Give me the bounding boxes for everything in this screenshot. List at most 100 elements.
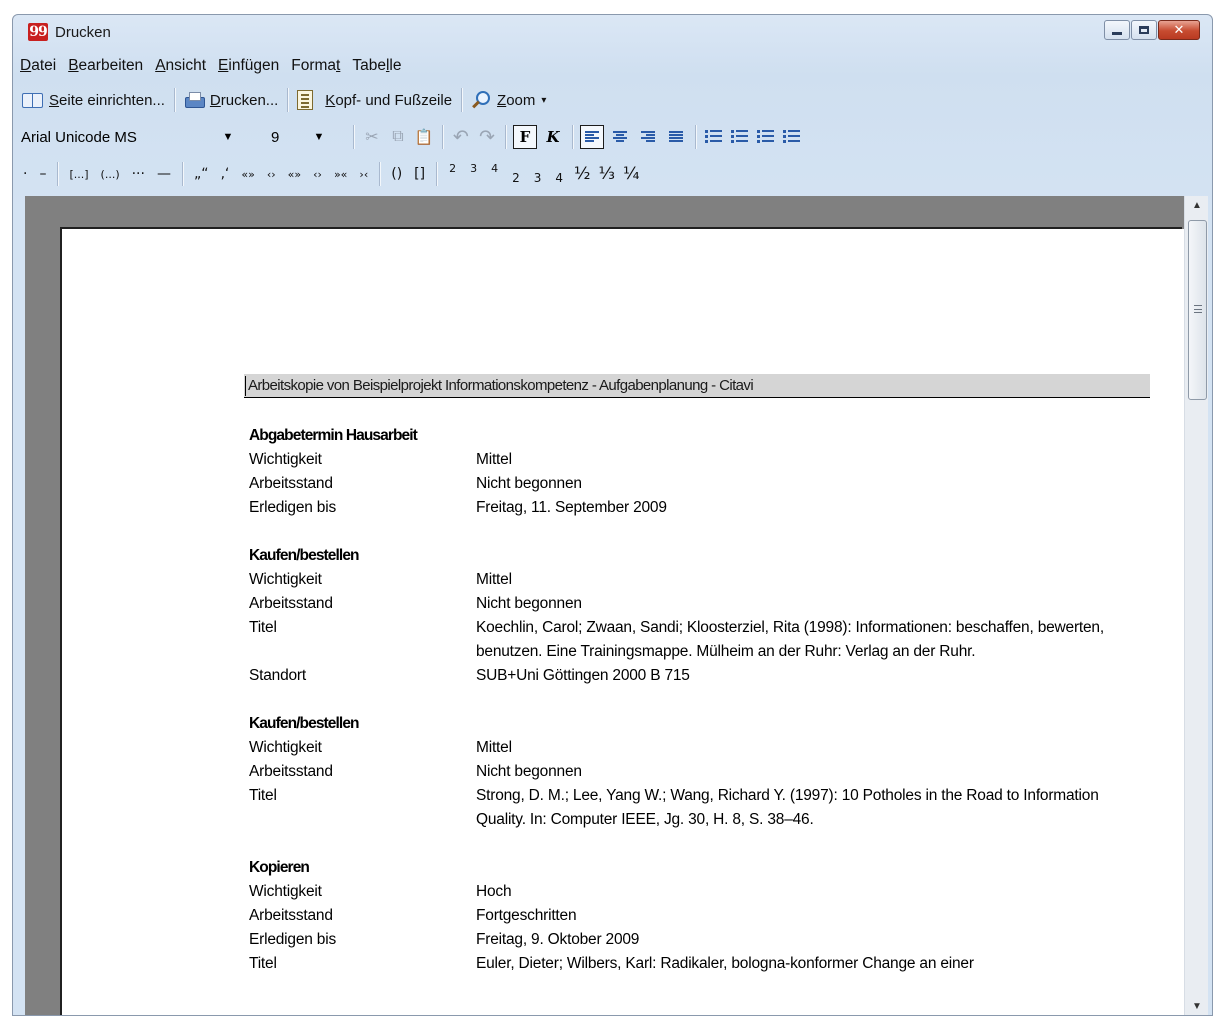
subscript-2[interactable]: 2 [505,171,527,185]
symbol-double-guillemets-alt[interactable]: «» [282,168,307,181]
close-icon: ✕ [1173,22,1185,37]
print-button[interactable]: Drucken... [180,88,282,112]
scrollbar-thumb[interactable] [1188,220,1207,400]
field-label: Wichtigkeit [249,451,322,468]
menu-ansicht[interactable]: Ansicht [148,53,211,79]
menu-bar: Datei Bearbeiten Ansicht Einfügen Format… [13,53,407,79]
align-center-button[interactable] [608,125,632,149]
italic-button[interactable]: K [541,125,565,149]
subscript-3[interactable]: 3 [527,171,549,185]
toolbar-separator [695,125,696,149]
fraction-one-quarter[interactable]: ¼ [619,164,643,184]
chevron-down-icon: ▾ [541,94,547,106]
task-field: Erledigen bis Freitag, 11. September 2009 [249,496,1139,520]
align-center-icon [613,131,627,143]
field-label: Arbeitsstand [249,595,333,612]
symbol-reversed-single-guillemets[interactable]: ›‹ [353,168,374,181]
symbol-double-guillemets[interactable]: «» [235,168,260,181]
field-label: Arbeitsstand [249,475,333,492]
superscript-3[interactable]: 3 [463,162,484,175]
dropdown-arrow-icon[interactable]: ▼ [309,131,329,143]
toolbar-separator [572,125,573,149]
toolbar-separator [353,125,354,149]
header-footer-button[interactable]: Kopf- und Fußzeile [293,88,456,112]
redo-icon[interactable]: ↷ [476,126,498,148]
field-label: Erledigen bis [249,931,337,948]
symbol-reversed-double-guillemets[interactable]: »« [328,168,353,181]
menu-datei[interactable]: Datei [13,53,61,79]
align-justify-button[interactable] [664,125,688,149]
title-bar[interactable]: 99 Drucken ✕ [13,15,1212,49]
toolbar-separator [287,88,289,112]
dropdown-arrow-icon[interactable]: ▼ [218,131,238,143]
font-family-value: Arial Unicode MS [21,128,137,146]
symbol-middle-dot[interactable]: · [13,166,33,182]
undo-icon[interactable]: ↶ [450,126,472,148]
increase-indent-icon[interactable] [757,130,775,144]
page-header[interactable]: Arbeitskopie von Beispielprojekt Informa… [244,374,1150,398]
field-label: Titel [249,955,277,972]
align-right-button[interactable] [636,125,660,149]
symbol-parentheses[interactable]: () [385,166,408,182]
menu-bearbeiten[interactable]: Bearbeiten [61,53,148,79]
field-value: Nicht begonnen [476,595,582,612]
header-footer-icon [297,90,314,110]
symbol-ellipsis-brackets[interactable]: [...] [63,168,94,181]
field-value: Strong, D. M.; Lee, Yang W.; Wang, Richa… [476,787,1099,828]
minimize-button[interactable] [1104,20,1130,40]
copy-icon[interactable]: ⧉ [387,126,409,148]
paste-icon[interactable]: 📋 [413,126,435,148]
menu-einfuegen[interactable]: Einfügen [211,53,284,79]
superscript-2[interactable]: 2 [442,162,463,175]
document-page[interactable]: Arbeitskopie von Beispielprojekt Informa… [62,229,1184,1015]
symbol-ellipsis-parens[interactable]: (...) [95,168,126,181]
numbered-list-icon[interactable] [731,130,749,144]
print-preview-area[interactable]: Arbeitskopie von Beispielprojekt Informa… [25,196,1184,1015]
field-value: Euler, Dieter; Wilbers, Karl: Radikaler,… [476,955,974,972]
scroll-down-icon[interactable]: ▼ [1185,997,1209,1015]
bold-button[interactable]: F [513,125,537,149]
symbol-german-single-quotes[interactable]: ‚‘ [214,166,235,182]
task-field: Titel Strong, D. M.; Lee, Yang W.; Wang, … [249,784,1139,832]
symbol-square-brackets[interactable]: [] [408,166,431,182]
menu-tabelle[interactable]: Tabelle [345,53,406,79]
symbol-single-guillemets-alt[interactable]: ‹› [307,168,328,181]
bullet-list-icon[interactable] [705,130,723,144]
cut-icon[interactable]: ✂ [361,126,383,148]
task-field: Wichtigkeit Mittel [249,568,1139,592]
toolbar-separator [436,162,438,186]
field-label: Wichtigkeit [249,883,322,900]
close-button[interactable]: ✕ [1158,20,1200,40]
symbol-en-dash[interactable]: – [33,166,52,182]
zoom-button[interactable]: Zoom ▾ [467,88,550,112]
page-header-text: Arbeitskopie von Beispielprojekt Informa… [248,377,754,394]
maximize-icon [1139,26,1149,34]
grip-icon [1194,305,1202,313]
toolbar-separator [379,162,381,186]
zoom-icon [471,90,491,110]
symbol-german-double-quotes[interactable]: „“ [188,166,215,182]
maximize-button[interactable] [1131,20,1157,40]
symbol-ellipsis[interactable]: ··· [126,166,151,182]
page-setup-button[interactable]: Seite einrichten... [13,88,169,112]
toolbar-separator [181,162,183,186]
task-field: Titel Euler, Dieter; Wilbers, Karl: Radik… [249,952,1139,976]
fraction-one-half[interactable]: ½ [570,164,594,184]
scroll-up-icon[interactable]: ▲ [1185,196,1209,216]
subscript-4[interactable]: 4 [548,171,570,185]
fraction-one-third[interactable]: ⅓ [595,164,619,184]
task-item: Abgabetermin Hausarbeit Wichtigkeit Mitte… [249,424,1139,520]
decrease-indent-icon[interactable] [783,130,801,144]
menu-format[interactable]: Format [284,53,345,79]
superscript-4[interactable]: 4 [484,162,505,175]
toolbar-separator [442,125,443,149]
align-right-icon [641,131,655,143]
font-family-select[interactable]: Arial Unicode MS ▼ [13,124,263,150]
symbol-single-guillemets[interactable]: ‹› [261,168,282,181]
font-size-select[interactable]: 9 ▼ [263,124,348,150]
field-value: Nicht begonnen [476,475,582,492]
symbol-em-dash[interactable]: — [151,166,177,182]
vertical-scrollbar[interactable]: ▲ ▼ [1184,196,1209,1015]
align-left-button[interactable] [580,125,604,149]
field-label: Standort [249,667,306,684]
